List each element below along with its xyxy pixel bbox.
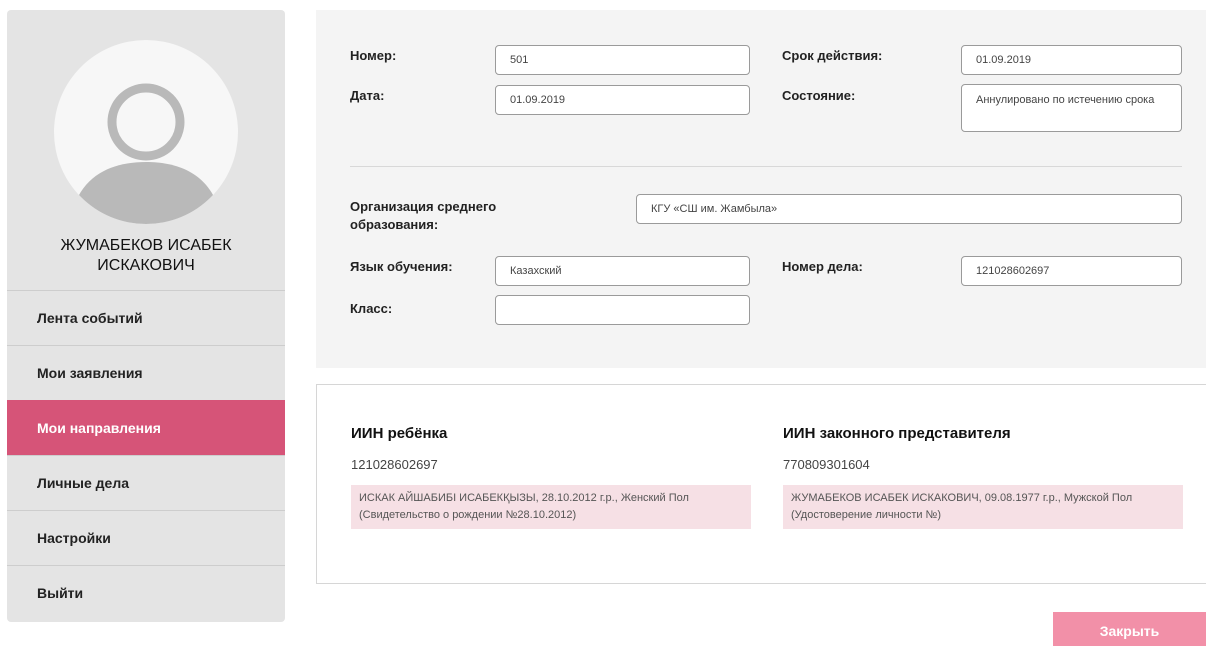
sidebar-item-settings[interactable]: Настройки <box>7 510 285 565</box>
parent-iin-title: ИИН законного представителя <box>783 425 1011 442</box>
form-divider <box>350 166 1182 167</box>
child-iin-title: ИИН ребёнка <box>351 425 448 442</box>
class-label: Класс: <box>350 301 393 316</box>
language-field[interactable]: Казахский <box>495 256 750 286</box>
date-label: Дата: <box>350 88 385 103</box>
sidebar-item-referrals[interactable]: Мои направления <box>7 400 285 455</box>
child-details: ИСКАК АЙШАБИБІ ИСАБЕКҚЫЗЫ, 28.10.2012 г.… <box>351 485 751 529</box>
organization-field[interactable]: КГУ «СШ им. Жамбыла» <box>636 194 1182 224</box>
case-number-label: Номер дела: <box>782 259 863 274</box>
sidebar: ЖУМАБЕКОВ ИСАБЕК ИСКАКОВИЧ Лента событий… <box>7 10 285 622</box>
user-avatar-icon <box>54 40 238 224</box>
number-label: Номер: <box>350 48 397 63</box>
language-label: Язык обучения: <box>350 259 453 274</box>
sidebar-item-applications[interactable]: Мои заявления <box>7 345 285 400</box>
child-iin-value: 121028602697 <box>351 457 438 472</box>
parent-details: ЖУМАБЕКОВ ИСАБЕК ИСКАКОВИЧ, 09.08.1977 г… <box>783 485 1183 529</box>
validity-field[interactable]: 01.09.2019 <box>961 45 1182 75</box>
referral-form-panel: Номер: 501 Срок действия: 01.09.2019 Дат… <box>316 10 1206 368</box>
organization-label: Организация среднего образования: <box>350 199 497 232</box>
user-name: ЖУМАБЕКОВ ИСАБЕК ИСКАКОВИЧ <box>60 237 232 274</box>
status-field[interactable]: Аннулировано по истечению срока <box>961 84 1182 132</box>
sidebar-item-personal-files[interactable]: Личные дела <box>7 455 285 510</box>
case-number-field[interactable]: 121028602697 <box>961 256 1182 286</box>
close-button[interactable]: Закрыть <box>1053 612 1206 646</box>
number-field[interactable]: 501 <box>495 45 750 75</box>
class-field[interactable] <box>495 295 750 325</box>
validity-label: Срок действия: <box>782 48 883 63</box>
sidebar-item-logout[interactable]: Выйти <box>7 565 285 620</box>
sidebar-item-events[interactable]: Лента событий <box>7 290 285 345</box>
sidebar-menu: Лента событий Мои заявления Мои направле… <box>7 290 285 620</box>
iin-info-panel: ИИН ребёнка 121028602697 ИСКАК АЙШАБИБІ … <box>316 384 1206 584</box>
parent-iin-value: 770809301604 <box>783 457 870 472</box>
date-field[interactable]: 01.09.2019 <box>495 85 750 115</box>
status-label: Состояние: <box>782 88 856 103</box>
